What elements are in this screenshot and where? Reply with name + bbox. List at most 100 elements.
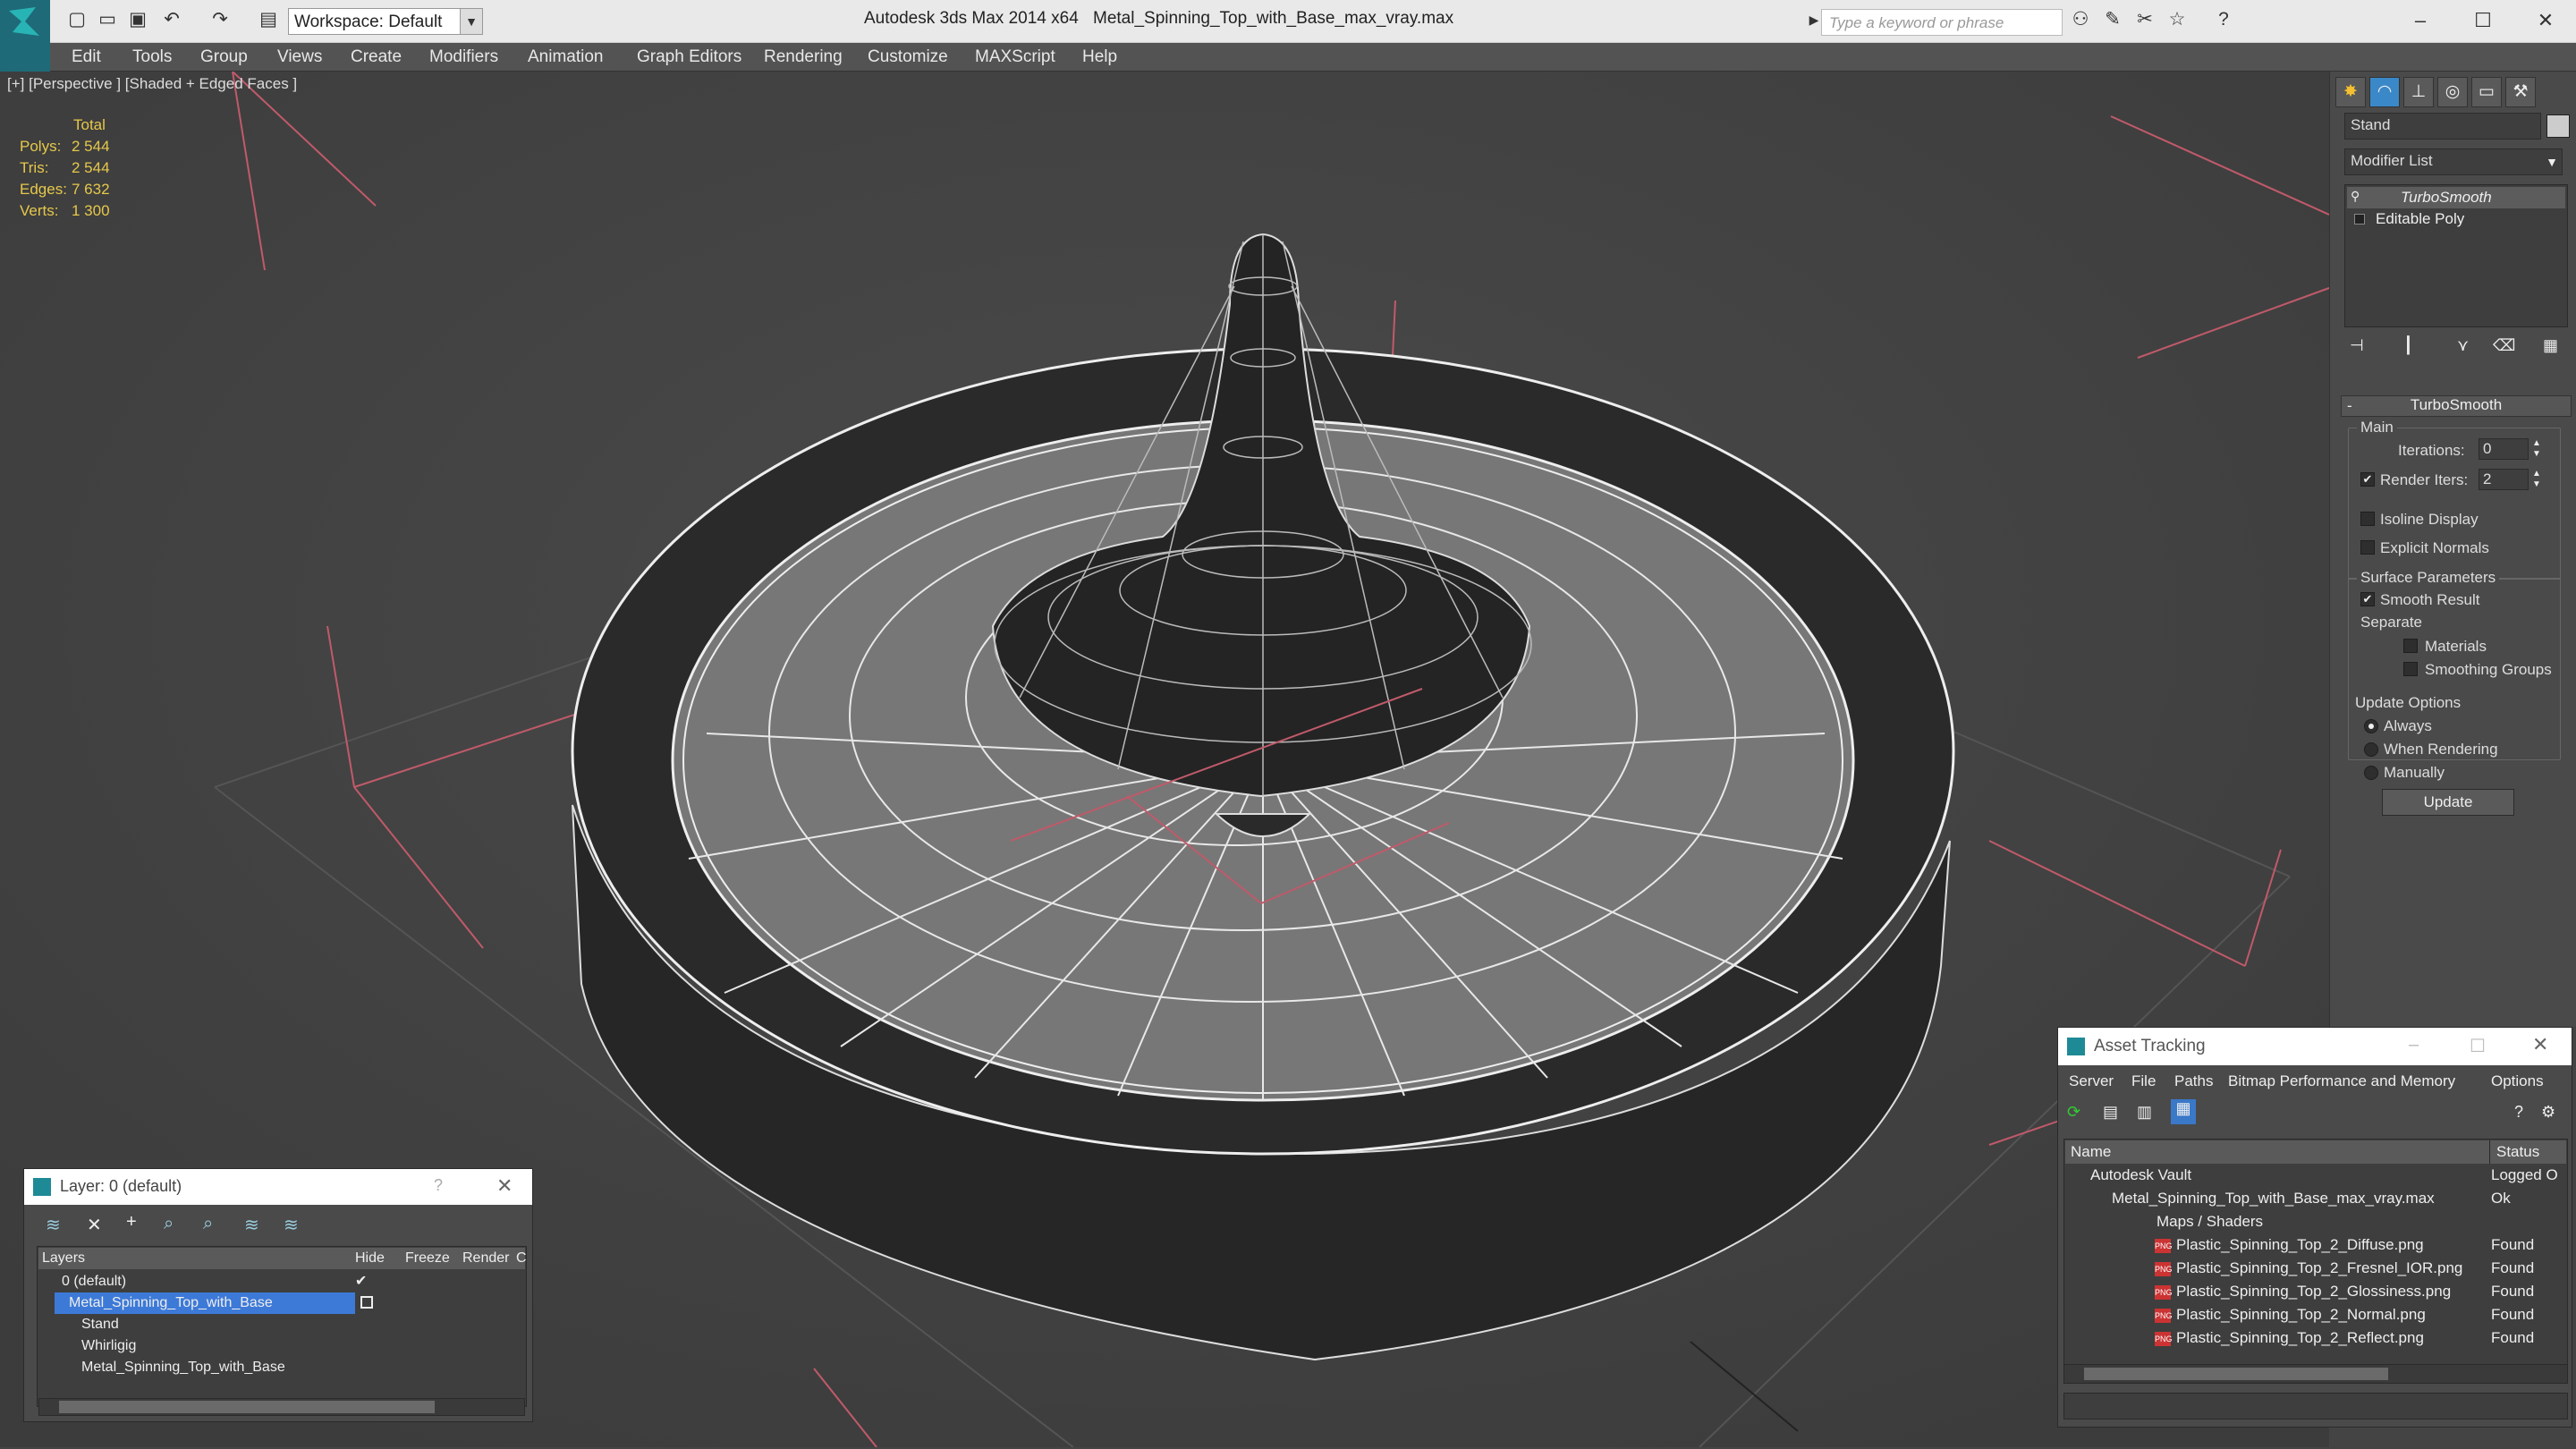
menu-modifiers[interactable]: Modifiers — [429, 47, 498, 67]
settings-icon[interactable]: ⚙ — [2541, 1103, 2555, 1122]
menu-animation[interactable]: Animation — [528, 47, 604, 67]
asset-row[interactable]: PNG Plastic_Spinning_Top_2_Fresnel_IOR.pn… — [2063, 1257, 2568, 1280]
help-icon[interactable]: ? — [434, 1176, 443, 1195]
help-icon[interactable]: ? — [2211, 7, 2236, 32]
workspace-dropdown[interactable]: Workspace: Default — [288, 8, 483, 35]
show-end-result-icon[interactable]: ┃ — [2403, 336, 2413, 355]
column-header[interactable]: Status — [2496, 1143, 2539, 1161]
object-color-swatch[interactable] — [2546, 114, 2570, 138]
select-objects-icon[interactable]: ⌕ — [164, 1214, 174, 1234]
asset-path-field[interactable] — [2063, 1393, 2568, 1419]
tools-icon[interactable]: ✂ — [2132, 7, 2157, 32]
refresh-icon[interactable]: ⟳ — [2067, 1103, 2080, 1122]
smoothing-groups-checkbox[interactable] — [2403, 662, 2418, 676]
close-icon[interactable]: ✕ — [496, 1174, 513, 1198]
asset-menu-paths[interactable]: Paths — [2174, 1072, 2213, 1090]
stack-item-turbosmooth[interactable]: TurboSmooth — [2347, 187, 2565, 208]
column-header[interactable]: Layers — [42, 1250, 85, 1267]
new-file-icon[interactable]: ▢ — [64, 7, 89, 32]
isoline-display-checkbox[interactable] — [2360, 512, 2375, 526]
chevron-down-icon[interactable]: ▼ — [2541, 150, 2563, 174]
column-header[interactable]: C — [516, 1250, 527, 1267]
undo-icon[interactable]: ↶ — [159, 7, 184, 32]
communication-center-icon[interactable]: ✎ — [2100, 7, 2125, 32]
menu-maxscript[interactable]: MAXScript — [975, 47, 1055, 67]
highlight-layer-icon[interactable]: ⌕ — [203, 1214, 213, 1234]
column-header[interactable]: Hide — [355, 1250, 385, 1267]
configure-sets-icon[interactable]: ▦ — [2543, 336, 2558, 355]
motion-tab-icon[interactable]: ◎ — [2437, 77, 2468, 107]
list-view-icon[interactable]: ▤ — [2103, 1103, 2118, 1122]
layer-row[interactable]: Metal_Spinning_Top_with_Base — [37, 1357, 527, 1378]
layer-row[interactable]: Metal_Spinning_Top_with_Base — [37, 1292, 527, 1314]
spinner-arrows-icon[interactable]: ▲ ▼ — [2532, 438, 2545, 460]
asset-row[interactable]: PNG Plastic_Spinning_Top_2_Normal.png Foun… — [2063, 1303, 2568, 1326]
freeze-all-icon[interactable]: ≋ — [284, 1214, 299, 1236]
column-header[interactable]: Name — [2071, 1143, 2111, 1161]
menu-views[interactable]: Views — [277, 47, 322, 67]
table-view-icon[interactable]: ▦ — [2171, 1099, 2196, 1124]
modify-tab-icon[interactable]: ◠ — [2369, 77, 2400, 107]
scrollbar-thumb[interactable] — [2084, 1368, 2388, 1380]
modifier-list-dropdown[interactable]: Modifier List — [2344, 148, 2563, 175]
horizontal-scrollbar[interactable] — [2063, 1364, 2568, 1384]
maximize-icon[interactable]: ☐ — [2470, 1035, 2486, 1057]
lightbulb-icon[interactable]: ⚲ — [2351, 189, 2360, 204]
asset-menu-server[interactable]: Server — [2069, 1072, 2114, 1090]
close-icon[interactable]: ✕ — [2532, 1033, 2548, 1056]
column-header[interactable]: Freeze — [405, 1250, 450, 1267]
menu-rendering[interactable]: Rendering — [764, 47, 843, 67]
asset-row[interactable]: PNG Plastic_Spinning_Top_2_Diffuse.png Fou… — [2063, 1233, 2568, 1257]
layer-dialog-title[interactable]: Layer: 0 (default) — [24, 1169, 532, 1205]
iterations-spinner[interactable]: 0 — [2479, 438, 2529, 460]
app-logo-button[interactable] — [0, 0, 50, 43]
redo-icon[interactable]: ↷ — [208, 7, 233, 32]
create-tab-icon[interactable]: ✸ — [2335, 77, 2366, 107]
project-folder-icon[interactable]: ▤ — [256, 7, 281, 32]
collapse-icon[interactable]: - — [2347, 397, 2352, 415]
delete-layer-icon[interactable]: ✕ — [87, 1214, 102, 1236]
asset-tracking-title[interactable]: Asset Tracking — [2058, 1028, 2572, 1065]
layer-row[interactable]: Whirligig — [37, 1335, 527, 1357]
always-radio[interactable] — [2364, 719, 2378, 733]
asset-row[interactable]: Metal_Spinning_Top_with_Base_max_vray.ma… — [2063, 1187, 2568, 1210]
horizontal-scrollbar[interactable] — [38, 1398, 525, 1416]
layer-row[interactable]: Stand — [37, 1314, 527, 1335]
menu-customize[interactable]: Customize — [868, 47, 948, 67]
add-to-layer-icon[interactable]: + — [126, 1212, 137, 1233]
when-rendering-radio[interactable] — [2364, 742, 2378, 757]
remove-modifier-icon[interactable]: ⌫ — [2493, 336, 2515, 355]
help-icon[interactable]: ? — [2514, 1103, 2523, 1122]
asset-row[interactable]: PNG Plastic_Spinning_Top_2_Glossiness.png… — [2063, 1280, 2568, 1303]
close-icon[interactable]: ✕ — [2519, 5, 2572, 36]
open-file-icon[interactable]: ▭ — [95, 7, 120, 32]
smooth-result-checkbox[interactable]: ✔ — [2360, 592, 2375, 606]
object-name-field[interactable]: Stand — [2344, 113, 2541, 140]
hierarchy-tab-icon[interactable]: ⊥ — [2403, 77, 2434, 107]
asset-row[interactable]: PNG Plastic_Spinning_Top_2_Reflect.png Fou… — [2063, 1326, 2568, 1350]
manually-radio[interactable] — [2364, 766, 2378, 780]
save-file-icon[interactable]: ▣ — [125, 7, 150, 32]
make-unique-icon[interactable]: ⋎ — [2457, 336, 2469, 355]
chevron-down-icon[interactable]: ▼ — [460, 8, 483, 35]
stack-item-editable-poly[interactable]: Editable Poly — [2347, 208, 2565, 230]
asset-menu-bitmap-performance[interactable]: Bitmap Performance and Memory — [2228, 1072, 2455, 1090]
binoculars-icon[interactable]: ⚇ — [2068, 7, 2093, 32]
viewport-label[interactable]: [+] [Perspective ] [Shaded + Edged Faces… — [7, 75, 297, 93]
menu-tools[interactable]: Tools — [132, 47, 172, 67]
render-iters-checkbox[interactable]: ✔ — [2360, 472, 2375, 487]
menu-help[interactable]: Help — [1082, 47, 1117, 67]
minimize-icon[interactable]: – — [2394, 5, 2447, 36]
spinner-arrows-icon[interactable]: ▲ ▼ — [2532, 469, 2545, 490]
update-button[interactable]: Update — [2382, 789, 2514, 816]
asset-row[interactable]: Autodesk Vault Logged O — [2063, 1164, 2568, 1187]
render-iters-spinner[interactable]: 2 — [2479, 469, 2529, 490]
search-input[interactable]: Type a keyword or phrase — [1821, 9, 2063, 36]
display-tab-icon[interactable]: ▭ — [2471, 77, 2502, 107]
menu-graph-editors[interactable]: Graph Editors — [637, 47, 741, 67]
new-layer-icon[interactable]: ≋ — [46, 1214, 61, 1236]
utilities-tab-icon[interactable]: ⚒ — [2505, 77, 2536, 107]
turbosmooth-rollout-header[interactable]: - TurboSmooth — [2341, 395, 2572, 417]
minimize-icon[interactable]: – — [2409, 1035, 2419, 1055]
hide-all-icon[interactable]: ≋ — [244, 1214, 259, 1236]
